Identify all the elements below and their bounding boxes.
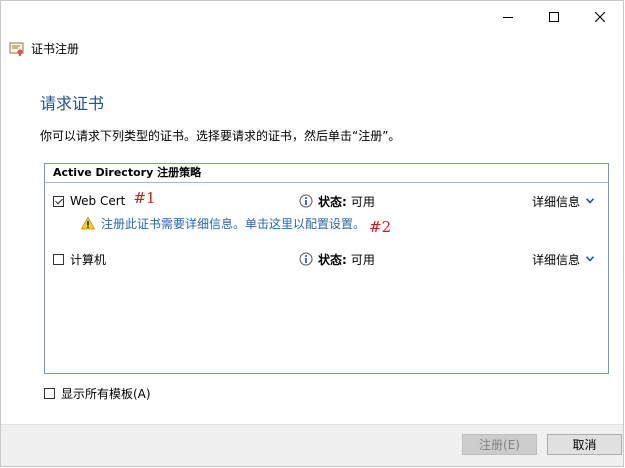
configure-settings-link[interactable]: 注册此证书需要详细信息。单击这里以配置设置。 xyxy=(101,215,365,232)
status-value: 可用 xyxy=(350,252,375,267)
certificate-name: Web Cert xyxy=(70,194,126,208)
chevron-down-icon xyxy=(586,198,594,204)
cancel-button[interactable]: 取消 xyxy=(547,434,622,455)
show-all-templates-label: 显示所有模板(A) xyxy=(61,387,151,401)
dialog-footer: 注册(E) 取消 xyxy=(1,424,623,466)
certificate-status: 状态: 可用 xyxy=(299,251,375,268)
enrollment-policy-panel: Active Directory 注册策略 Web Cert #1 状态: 可用… xyxy=(44,163,609,374)
title-bar-controls xyxy=(485,1,623,33)
maximize-icon xyxy=(549,12,559,22)
certificate-icon xyxy=(9,42,24,56)
show-all-templates-checkbox[interactable] xyxy=(44,388,55,399)
show-all-templates-option[interactable]: 显示所有模板(A) xyxy=(44,385,151,402)
info-icon xyxy=(299,194,313,208)
certificate-row-web-cert: Web Cert #1 状态: 可用 详细信息 xyxy=(53,189,600,211)
instruction-text: 你可以请求下列类型的证书。选择要请求的证书，然后单击“注册”。 xyxy=(40,129,401,143)
certificate-status: 状态: 可用 xyxy=(299,193,375,210)
app-header: 证书注册 xyxy=(9,40,79,57)
details-toggle[interactable]: 详细信息 xyxy=(532,193,594,210)
details-label: 详细信息 xyxy=(531,252,580,267)
enrollment-window: 证书注册 请求证书 你可以请求下列类型的证书。选择要请求的证书，然后单击“注册”… xyxy=(0,0,624,467)
page-title: 请求证书 xyxy=(40,94,105,113)
annotation-label: #2 xyxy=(369,218,392,236)
status-label: 状态: xyxy=(318,252,347,267)
certificate-name: 计算机 xyxy=(70,252,107,267)
details-toggle[interactable]: 详细信息 xyxy=(532,251,594,268)
app-title: 证书注册 xyxy=(31,42,80,56)
details-label: 详细信息 xyxy=(531,194,580,209)
certificate-row-computer: 计算机 状态: 可用 详细信息 xyxy=(53,249,600,269)
chevron-down-icon xyxy=(586,256,594,262)
policy-header: Active Directory 注册策略 xyxy=(45,164,608,183)
warning-message: 注册此证书需要详细信息。单击这里以配置设置。 #2 xyxy=(81,214,391,236)
close-icon xyxy=(595,12,605,22)
close-button[interactable] xyxy=(577,1,623,33)
annotation-label: #1 xyxy=(133,189,156,207)
status-label: 状态: xyxy=(318,194,347,209)
info-icon xyxy=(299,252,313,266)
maximize-button[interactable] xyxy=(531,1,577,33)
minimize-button[interactable] xyxy=(485,1,531,33)
web-cert-checkbox[interactable] xyxy=(53,195,64,207)
enroll-button[interactable]: 注册(E) xyxy=(462,434,537,455)
minimize-icon xyxy=(503,17,513,18)
computer-checkbox[interactable] xyxy=(53,253,64,265)
status-value: 可用 xyxy=(350,194,375,209)
warning-icon xyxy=(81,216,95,230)
